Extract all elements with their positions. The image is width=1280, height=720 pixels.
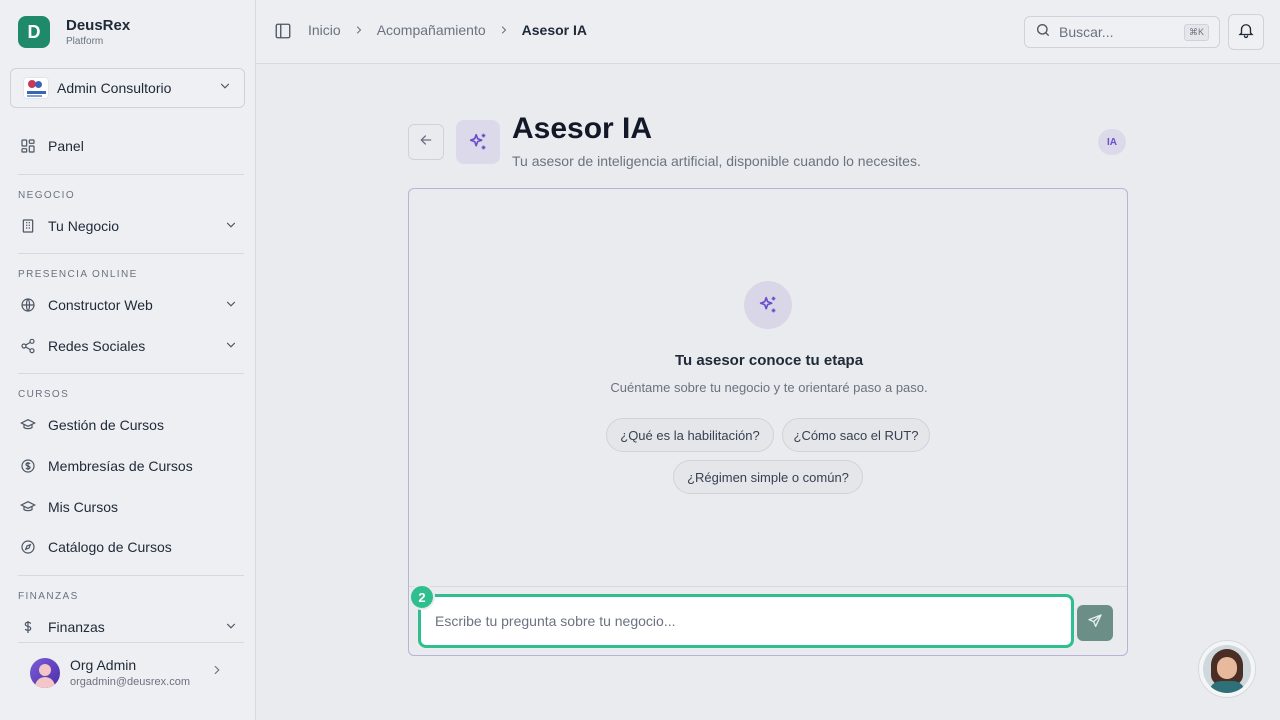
sidebar-item-label: Mis Cursos <box>48 499 119 515</box>
dollar-icon <box>18 617 38 637</box>
globe-icon <box>18 295 38 315</box>
suggestion-chip[interactable]: ¿Régimen simple o común? <box>673 460 863 494</box>
divider <box>18 575 244 576</box>
sidebar-item-label: Redes Sociales <box>48 338 146 354</box>
sidebar-item-panel[interactable]: Panel <box>18 134 238 158</box>
brand-subtitle: Platform <box>66 35 104 47</box>
breadcrumb: Inicio Acompañamiento Asesor IA <box>308 22 587 38</box>
sidebar-item-constructor-web[interactable]: Constructor Web <box>18 293 238 317</box>
sidebar-item-label: Gestión de Cursos <box>48 417 164 433</box>
section-cursos: CURSOS <box>18 389 70 400</box>
chevron-down-icon <box>224 297 238 314</box>
sidebar-item-label: Tu Negocio <box>48 218 120 234</box>
avatar <box>30 657 60 688</box>
brand[interactable]: D DeusRex Platform <box>18 16 130 48</box>
dollar-circle-icon <box>18 456 38 476</box>
sidebar-item-redes-sociales[interactable]: Redes Sociales <box>18 334 238 358</box>
chevron-down-icon <box>218 79 232 98</box>
breadcrumb-current: Asesor IA <box>521 22 587 38</box>
brand-name: DeusRex <box>66 16 131 34</box>
empty-state-title: Tu asesor conoce tu etapa <box>674 352 864 369</box>
empty-state-subtitle: Cuéntame sobre tu negocio y te orientaré… <box>610 380 928 395</box>
brand-logo: D <box>18 16 50 48</box>
sidebar-item-label: Catálogo de Cursos <box>48 539 172 555</box>
section-negocio: NEGOCIO <box>18 190 76 201</box>
back-button[interactable] <box>408 124 444 160</box>
chat-panel: Tu asesor conoce tu etapa Cuéntame sobre… <box>408 188 1128 656</box>
page-title: Asesor IA <box>512 112 653 145</box>
section-finanzas: FINANZAS <box>18 591 79 602</box>
sidebar-item-membresias[interactable]: Membresías de Cursos <box>18 454 238 478</box>
chevron-down-icon <box>224 338 238 355</box>
user-name: Org Admin <box>70 656 137 673</box>
breadcrumb-home[interactable]: Inicio <box>308 22 341 38</box>
chevron-down-icon <box>224 218 238 235</box>
sparkles-icon <box>456 120 500 164</box>
bell-icon <box>1237 21 1255 44</box>
assistant-avatar-button[interactable] <box>1198 640 1256 698</box>
sidebar-item-tu-negocio[interactable]: Tu Negocio <box>18 214 238 238</box>
sidebar-item-label: Finanzas <box>48 619 105 635</box>
sidebar: D DeusRex Platform Admin Consultorio Pan… <box>0 0 256 720</box>
compass-icon <box>18 537 38 557</box>
user-email: orgadmin@deusrex.com <box>70 675 190 688</box>
sidebar-item-finanzas[interactable]: Finanzas <box>18 615 238 639</box>
divider <box>18 253 244 254</box>
chevron-right-icon <box>210 663 224 682</box>
org-name: Admin Consultorio <box>57 80 172 96</box>
building-icon <box>18 216 38 236</box>
chat-input[interactable] <box>435 613 1071 629</box>
breadcrumb-parent[interactable]: Acompañamiento <box>377 22 486 38</box>
divider <box>18 373 244 374</box>
chevron-down-icon <box>224 619 238 636</box>
divider <box>18 174 244 175</box>
suggestion-chip[interactable]: ¿Qué es la habilitación? <box>606 418 774 452</box>
sidebar-item-label: Constructor Web <box>48 297 153 313</box>
send-button[interactable] <box>1077 605 1113 641</box>
search-input[interactable]: Buscar... ⌘K <box>1024 16 1220 48</box>
assistant-avatar <box>1203 645 1251 693</box>
notifications-button[interactable] <box>1228 14 1264 50</box>
graduation-cap-icon <box>18 415 38 435</box>
send-icon <box>1087 613 1103 634</box>
search-placeholder: Buscar... <box>1059 24 1114 40</box>
arrow-left-icon <box>418 132 434 153</box>
ia-badge: IA <box>1098 129 1126 155</box>
sidebar-item-catalogo[interactable]: Catálogo de Cursos <box>18 535 238 559</box>
search-icon <box>1035 22 1051 43</box>
chevron-right-icon <box>498 24 510 36</box>
sidebar-item-label: Membresías de Cursos <box>48 458 193 474</box>
step-badge: 2 <box>409 584 435 610</box>
search-shortcut: ⌘K <box>1183 23 1209 41</box>
chevron-right-icon <box>353 24 365 36</box>
graduation-cap-icon <box>18 497 38 517</box>
share-icon <box>18 336 38 356</box>
topbar: Inicio Acompañamiento Asesor IA Buscar..… <box>256 0 1280 64</box>
sidebar-item-mis-cursos[interactable]: Mis Cursos <box>18 495 238 519</box>
sparkles-icon <box>744 281 792 329</box>
org-logo <box>23 77 49 99</box>
chat-input-container <box>418 594 1074 648</box>
section-presencia-online: PRESENCIA ONLINE <box>18 269 138 280</box>
user-menu[interactable]: Org Admin orgadmin@deusrex.com <box>18 642 244 702</box>
divider <box>409 586 1127 587</box>
page-subtitle: Tu asesor de inteligencia artificial, di… <box>512 153 921 169</box>
org-switcher[interactable]: Admin Consultorio <box>10 68 245 108</box>
sidebar-toggle-icon[interactable] <box>274 22 292 45</box>
sidebar-item-label: Panel <box>48 138 84 154</box>
layout-grid-icon <box>18 136 38 156</box>
sidebar-item-gestion-cursos[interactable]: Gestión de Cursos <box>18 413 238 437</box>
suggestion-chip[interactable]: ¿Cómo saco el RUT? <box>782 418 930 452</box>
